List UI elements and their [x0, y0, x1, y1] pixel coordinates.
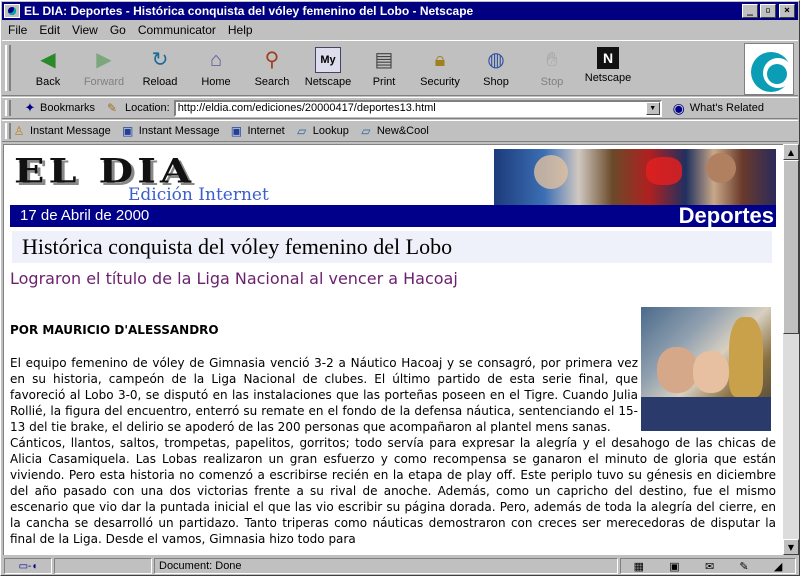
print-icon: ▤ — [374, 49, 394, 71]
personal-toolbar: ♙ Instant Message ▣ Instant Message ▣ In… — [2, 120, 798, 142]
menu-communicator[interactable]: Communicator — [132, 23, 222, 37]
edition-date: 17 de Abril de 2000 — [20, 207, 150, 224]
vertical-scrollbar[interactable]: ▲ ▼ — [783, 144, 799, 555]
folder-icon: ▱ — [361, 124, 371, 138]
article-paragraph: Cánticos, llantos, saltos, trompetas, pa… — [10, 436, 776, 546]
security-lock-icon: 🔒︎ — [434, 49, 446, 71]
reload-icon: ↻ — [151, 49, 169, 71]
netscape-button[interactable]: N Netscape — [580, 45, 636, 93]
toolbar-grip[interactable] — [5, 45, 11, 91]
folder-icon: ▱ — [297, 124, 307, 138]
scroll-up-icon[interactable]: ▲ — [783, 144, 799, 160]
menu-bar: File Edit View Go Communicator Help — [2, 21, 798, 39]
whats-related-button[interactable]: ◉ What's Related — [668, 99, 764, 117]
personal-internet[interactable]: ▣ Internet — [227, 123, 285, 139]
related-icon: ◉ — [672, 99, 685, 116]
status-bar: ▭-◖ Document: Done ▦ ▣ ✉ ✎ ◢ — [2, 556, 798, 576]
back-arrow-icon: ◀ — [40, 49, 56, 71]
edition-label: Edición Internet — [128, 185, 269, 205]
aim-person-icon: ♙ — [13, 124, 25, 138]
browser-window: EL DIA: Deportes - Histórica conquista d… — [0, 0, 800, 576]
article-byline: POR MAURICIO D'ALESSANDRO — [10, 323, 219, 337]
my-netscape-button[interactable]: My Netscape — [300, 45, 356, 93]
window-title: EL DIA: Deportes - Histórica conquista d… — [24, 4, 474, 18]
menu-view[interactable]: View — [66, 23, 104, 37]
security-status-icon[interactable]: ▦ — [634, 560, 644, 573]
url-dropdown-icon[interactable]: ▼ — [645, 101, 660, 115]
bookmarks-button[interactable]: ✦ Bookmarks — [20, 100, 95, 116]
minimize-button[interactable]: _ — [742, 4, 758, 18]
netscape-app-icon — [4, 4, 20, 18]
location-label: ✎ Location: — [107, 101, 170, 115]
sports-photo-banner — [494, 149, 776, 205]
article-headline: Histórica conquista del vóley femenino d… — [12, 231, 772, 263]
reload-button[interactable]: ↻ Reload — [132, 45, 188, 93]
search-button[interactable]: ⚲ Search — [244, 45, 300, 93]
netscape-n-icon: N — [597, 47, 619, 69]
component-bar: ▦ ▣ ✉ ✎ ◢ — [620, 558, 796, 574]
search-icon: ⚲ — [264, 49, 280, 71]
back-button[interactable]: ◀ Back — [20, 45, 76, 93]
connection-status-icon[interactable]: ▭-◖ — [4, 558, 52, 574]
scroll-down-icon[interactable]: ▼ — [783, 539, 799, 555]
shop-button[interactable]: ◍ Shop — [468, 45, 524, 93]
home-button[interactable]: ⌂ Home — [188, 45, 244, 93]
print-button[interactable]: ▤ Print — [356, 45, 412, 93]
section-title: Deportes — [678, 203, 774, 228]
page-content: EL DIA Edición Internet 17 de Abril de 2… — [3, 144, 783, 555]
progress-bar — [54, 558, 152, 574]
toolbar-grip[interactable] — [5, 123, 11, 139]
stop-button[interactable]: ✋︎ Stop — [524, 45, 580, 93]
page-proxy-icon[interactable]: ✎ — [107, 101, 125, 115]
menu-edit[interactable]: Edit — [33, 23, 66, 37]
title-bar: EL DIA: Deportes - Histórica conquista d… — [2, 2, 798, 20]
url-input[interactable]: http://eldia.com/ediciones/20000417/depo… — [173, 99, 662, 117]
personal-instant-message-aim[interactable]: ♙ Instant Message — [10, 123, 111, 139]
netscape-throbber-logo[interactable] — [744, 43, 794, 95]
dock-icon[interactable]: ◢ — [774, 560, 782, 573]
forward-button[interactable]: ▶ Forward — [76, 45, 132, 93]
navigator-icon[interactable]: ▣ — [669, 560, 679, 573]
bookmark-page-icon: ▣ — [230, 124, 243, 138]
security-button[interactable]: 🔒︎ Security — [412, 45, 468, 93]
menu-go[interactable]: Go — [104, 23, 132, 37]
article-subheadline: Lograron el título de la Liga Nacional a… — [10, 269, 458, 288]
scroll-thumb[interactable] — [783, 160, 799, 334]
mail-icon[interactable]: ✉ — [705, 560, 714, 573]
maximize-button[interactable]: ▫ — [760, 4, 776, 18]
personal-lookup[interactable]: ▱ Lookup — [293, 123, 349, 139]
home-icon: ⌂ — [209, 49, 223, 71]
menu-help[interactable]: Help — [222, 23, 259, 37]
personal-instant-message[interactable]: ▣ Instant Message — [119, 123, 219, 139]
date-section-bar: 17 de Abril de 2000 Deportes — [10, 203, 776, 228]
article-body: El equipo femenino de vóley de Gimnasia … — [10, 355, 776, 547]
forward-arrow-icon: ▶ — [96, 49, 112, 71]
my-netscape-icon: My — [315, 47, 341, 73]
status-text: Document: Done — [154, 558, 618, 574]
masthead: EL DIA Edición Internet 17 de Abril de 2… — [10, 149, 776, 229]
toolbar-grip[interactable] — [5, 100, 11, 116]
composer-icon[interactable]: ✎ — [739, 560, 748, 573]
stop-icon: ✋︎ — [546, 49, 558, 71]
personal-new-and-cool[interactable]: ▱ New&Cool — [357, 123, 429, 139]
location-toolbar: ✦ Bookmarks ✎ Location: http://eldia.com… — [2, 97, 798, 119]
bookmarks-icon: ✦ — [24, 100, 36, 115]
menu-file[interactable]: File — [2, 23, 33, 37]
navigation-toolbar: ◀ Back ▶ Forward ↻ Reload ⌂ Home ⚲ Searc… — [2, 40, 798, 96]
shop-bag-icon: ◍ — [487, 49, 505, 71]
close-button[interactable]: × — [779, 4, 795, 18]
bookmark-page-icon: ▣ — [122, 124, 134, 138]
article-paragraph: El equipo femenino de vóley de Gimnasia … — [10, 356, 638, 434]
